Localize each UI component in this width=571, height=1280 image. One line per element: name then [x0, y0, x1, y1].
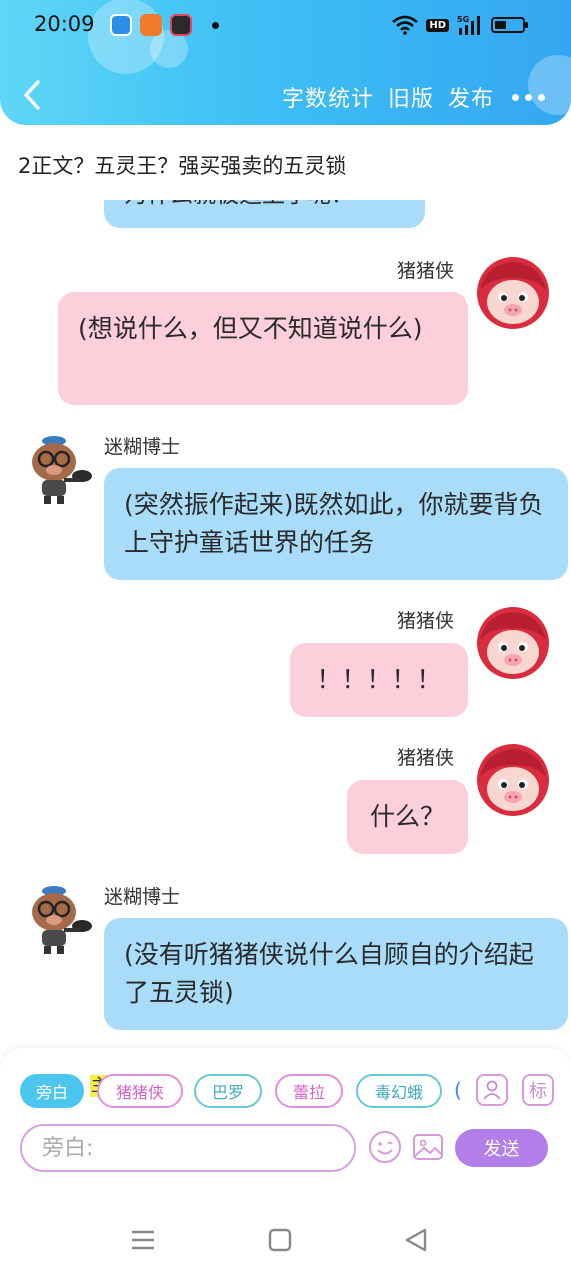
chat-bubble: (没有听猪猪侠说什么自顾自的介绍起了五灵锁) [104, 918, 568, 1030]
chat-bubble: 为什么就被选上了呢？ [104, 200, 425, 228]
message-input[interactable] [20, 1124, 356, 1172]
wifi-icon [392, 15, 419, 35]
role-chip-zhuzhuxia[interactable]: 猪猪侠 [97, 1074, 183, 1108]
story-title: 2正文？五灵王？强买强卖的五灵锁 [18, 154, 347, 178]
system-navbar [0, 1203, 571, 1280]
top-header: 20:09 HD 5G 字数统计 旧版 发布 [0, 0, 571, 125]
composer-panel: 旁白 主 猪猪侠 巴罗 蕾拉 毒幻蛾 ( 标 发送 [0, 1048, 571, 1203]
chat-bubble: (突然振作起来)既然如此，你就要背负上守护童话世界的任务 [104, 468, 568, 580]
status-time: 20:09 [34, 12, 95, 36]
system-icons: HD 5G [392, 12, 528, 38]
status-bar: 20:09 HD 5G [0, 0, 571, 50]
pig-hero-avatar-icon[interactable] [476, 743, 550, 817]
chat-bubble: 什么？ [347, 780, 468, 854]
role-overflow-indicator: ( [454, 1078, 462, 1102]
emoji-icon[interactable] [368, 1130, 402, 1164]
image-icon[interactable] [411, 1130, 445, 1164]
speaker-name: 猪猪侠 [397, 610, 455, 632]
person-icon [483, 1080, 501, 1100]
chevron-left-icon[interactable] [18, 78, 48, 112]
old-version-button[interactable]: 旧版 [388, 81, 434, 113]
hd-badge: HD [426, 18, 449, 32]
chat-bubble: (想说什么，但又不知道说什么) [58, 292, 468, 405]
pig-hero-avatar-icon[interactable] [476, 606, 550, 680]
battery-icon [491, 17, 528, 33]
chat-scroll-area[interactable]: 为什么就被选上了呢？ 猪猪侠 (想说什么，但又不知道说什么) 迷糊博士 (突然振… [0, 200, 571, 1045]
speaker-name: 猪猪侠 [397, 260, 455, 282]
speaker-name: 猪猪侠 [397, 747, 455, 769]
app-notification-icon [170, 14, 192, 36]
signal-icon: 5G [457, 15, 480, 35]
role-chip-leila[interactable]: 蕾拉 [275, 1074, 343, 1108]
menu-icon[interactable] [130, 1227, 156, 1253]
tag-button[interactable]: 标 [522, 1074, 554, 1106]
speaker-name: 迷糊博士 [104, 886, 181, 908]
speaker-name: 迷糊博士 [104, 436, 181, 458]
app-notification-icon [110, 14, 132, 36]
add-role-button[interactable] [476, 1074, 508, 1106]
role-chip-duhuane[interactable]: 毒幻蛾 [356, 1074, 442, 1108]
chat-bubble: ！！！！！ [290, 643, 468, 717]
send-button[interactable]: 发送 [455, 1129, 548, 1167]
more-notifications-icon [212, 22, 219, 29]
app-notification-icon [140, 14, 162, 36]
professor-pig-avatar-icon[interactable] [24, 882, 98, 956]
header-actions: 字数统计 旧版 发布 [282, 80, 571, 114]
back-triangle-icon[interactable] [403, 1227, 429, 1253]
home-icon[interactable] [267, 1227, 293, 1253]
publish-button[interactable]: 发布 [448, 81, 494, 113]
role-chip-baluo[interactable]: 巴罗 [194, 1074, 262, 1108]
role-chip-narrator[interactable]: 旁白 [20, 1074, 84, 1108]
professor-pig-avatar-icon[interactable] [24, 432, 98, 506]
pig-hero-avatar-icon[interactable] [476, 256, 550, 330]
word-count-button[interactable]: 字数统计 [282, 81, 374, 113]
more-dots-icon[interactable] [512, 93, 545, 101]
svg-text:5G: 5G [457, 15, 469, 24]
